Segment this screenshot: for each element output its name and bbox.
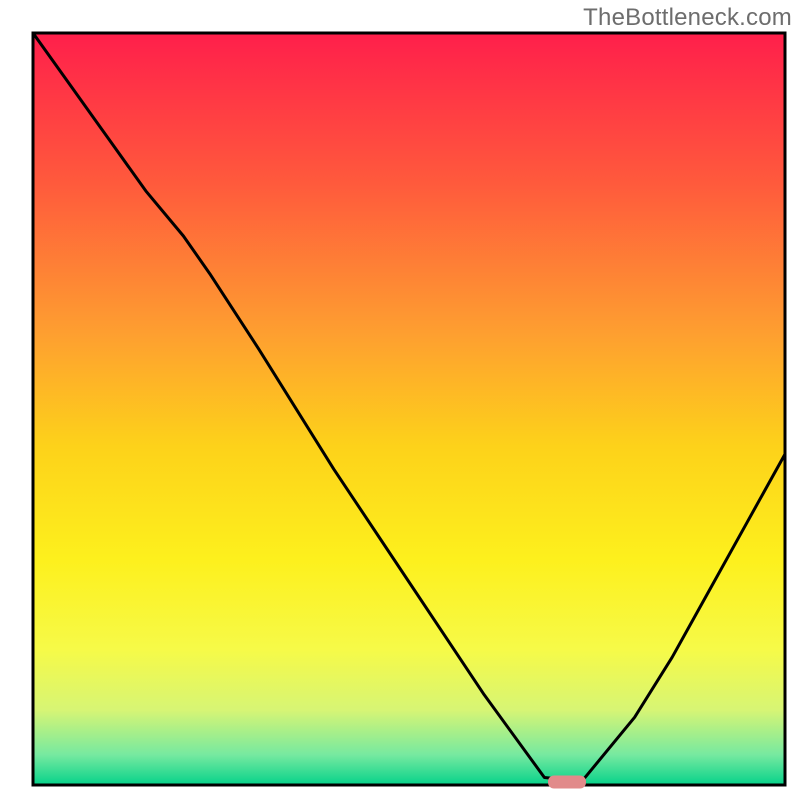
bottleneck-chart: TheBottleneck.com bbox=[0, 0, 800, 800]
watermark-label: TheBottleneck.com bbox=[583, 4, 792, 32]
optimal-marker bbox=[548, 776, 586, 789]
heatmap-background bbox=[33, 33, 785, 785]
chart-svg bbox=[0, 0, 800, 800]
